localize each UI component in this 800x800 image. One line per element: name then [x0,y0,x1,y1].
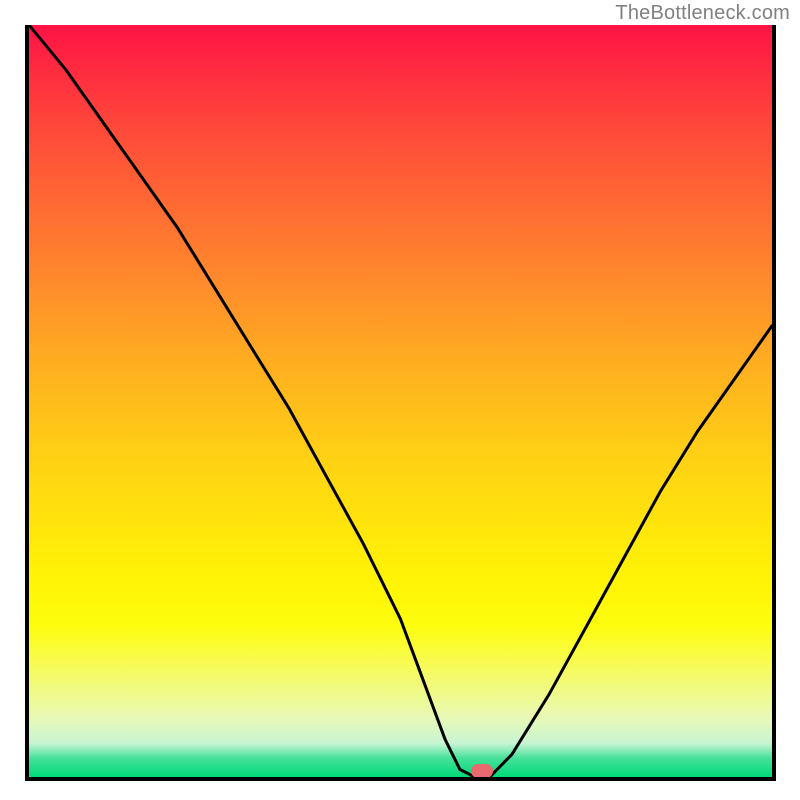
chart-container: TheBottleneck.com [0,0,800,800]
plot-area [25,25,776,781]
optimal-point-marker [471,764,493,778]
watermark-text: TheBottleneck.com [615,2,790,25]
heat-gradient-background [29,25,772,777]
